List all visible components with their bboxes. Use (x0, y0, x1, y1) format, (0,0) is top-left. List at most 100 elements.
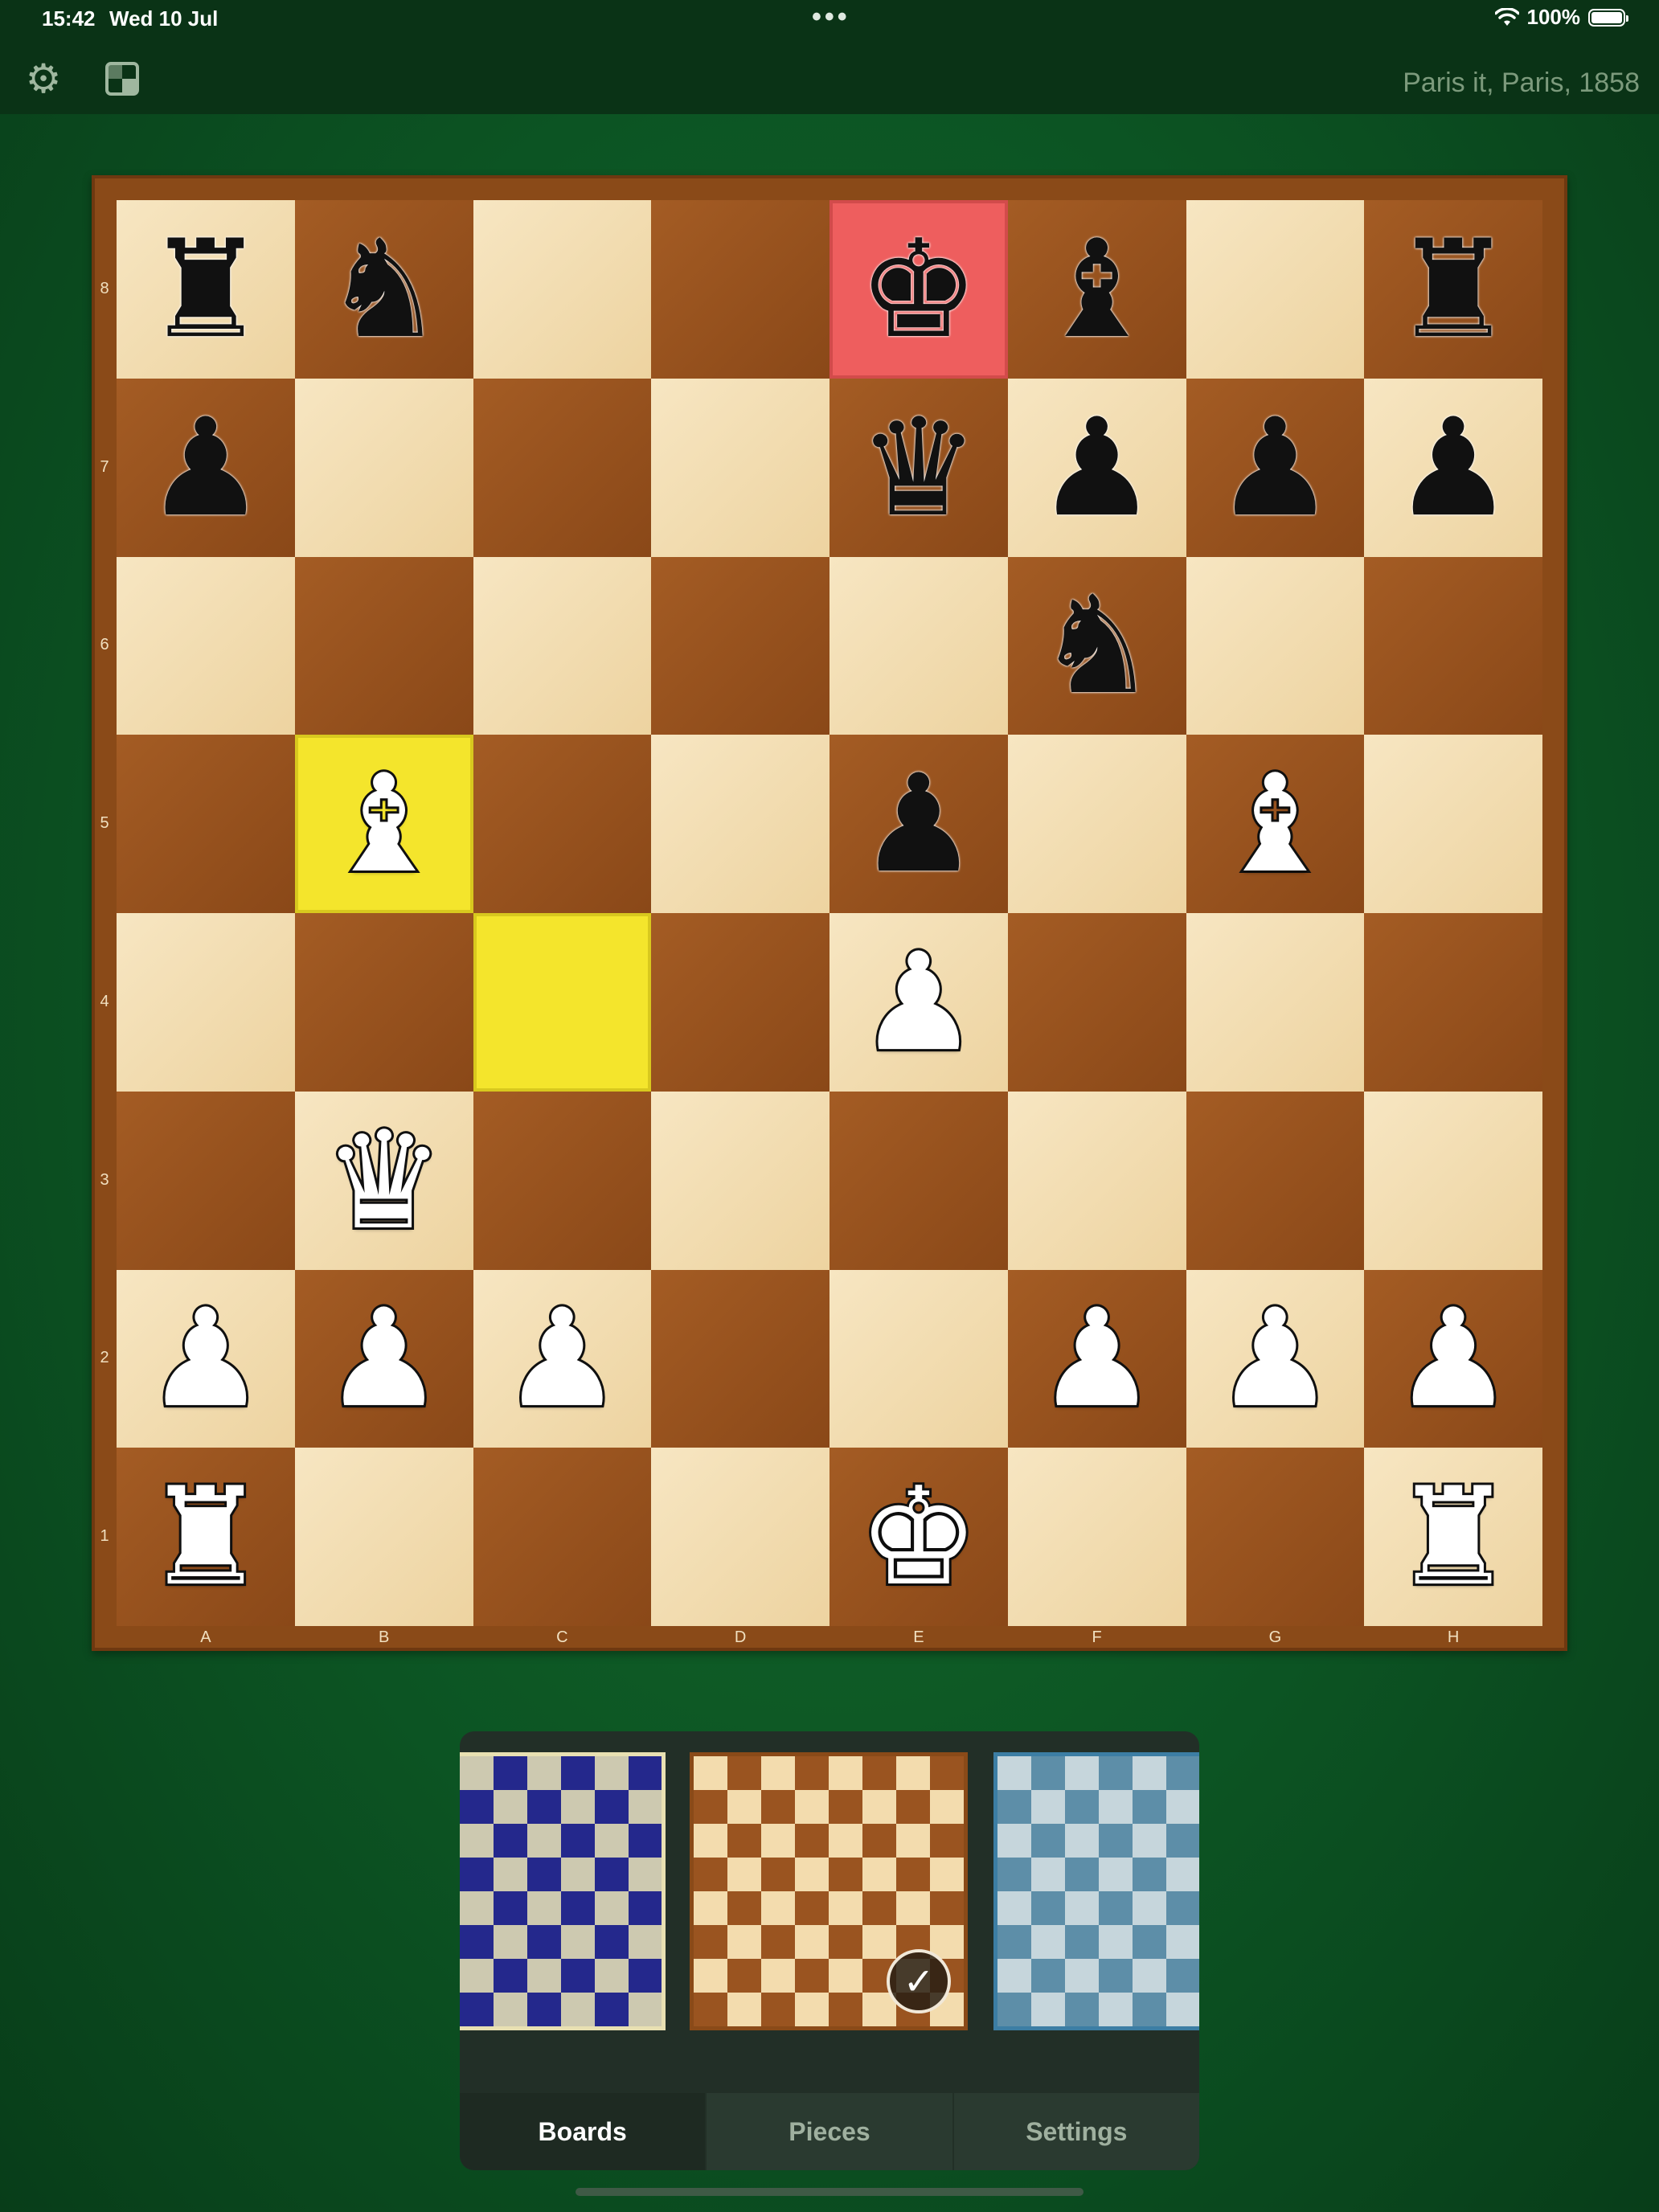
square-e3[interactable] (830, 1091, 1008, 1270)
piece-c2[interactable]: ♟ (473, 1270, 652, 1448)
square-h2[interactable]: ♟ (1364, 1269, 1542, 1448)
square-h5[interactable] (1364, 735, 1542, 913)
piece-a8[interactable]: ♜ (117, 200, 295, 379)
piece-e5[interactable]: ♟ (830, 735, 1008, 913)
square-f7[interactable]: ♟ (1007, 378, 1186, 557)
square-g3[interactable] (1186, 1091, 1365, 1270)
square-f3[interactable] (1007, 1091, 1186, 1270)
square-d5[interactable] (651, 735, 830, 913)
square-d3[interactable] (651, 1091, 830, 1270)
square-d8[interactable] (651, 200, 830, 379)
tab-pieces[interactable]: Pieces (705, 2093, 952, 2170)
piece-a7[interactable]: ♟ (117, 379, 295, 557)
board-theme-ice[interactable] (993, 1752, 1199, 2030)
piece-f6[interactable]: ♞ (1008, 557, 1186, 735)
board-layout-icon[interactable] (100, 56, 145, 101)
square-e4[interactable]: ♟ (830, 913, 1008, 1092)
square-b8[interactable]: ♞ (294, 200, 473, 379)
square-g4[interactable] (1186, 913, 1365, 1092)
piece-h2[interactable]: ♟ (1364, 1270, 1542, 1448)
square-b7[interactable] (294, 378, 473, 557)
square-d7[interactable] (651, 378, 830, 557)
square-f1[interactable] (1007, 1448, 1186, 1626)
square-h8[interactable]: ♜ (1364, 200, 1542, 379)
square-d6[interactable] (651, 556, 830, 735)
piece-h7[interactable]: ♟ (1364, 379, 1542, 557)
square-h3[interactable] (1364, 1091, 1542, 1270)
piece-f2[interactable]: ♟ (1008, 1270, 1186, 1448)
square-a6[interactable] (117, 556, 295, 735)
square-b6[interactable] (294, 556, 473, 735)
square-b5[interactable]: ♝ (294, 735, 473, 913)
piece-h8[interactable]: ♜ (1364, 200, 1542, 379)
square-e6[interactable] (830, 556, 1008, 735)
square-h6[interactable] (1364, 556, 1542, 735)
tab-settings[interactable]: Settings (952, 2093, 1199, 2170)
gear-icon[interactable]: ⚙ (21, 56, 66, 101)
square-e7[interactable]: ♛ (830, 378, 1008, 557)
square-a2[interactable]: ♟ (117, 1269, 295, 1448)
piece-f7[interactable]: ♟ (1008, 379, 1186, 557)
square-c4[interactable] (473, 913, 652, 1092)
square-b2[interactable]: ♟ (294, 1269, 473, 1448)
square-c1[interactable] (473, 1448, 652, 1626)
square-b4[interactable] (294, 913, 473, 1092)
square-g2[interactable]: ♟ (1186, 1269, 1365, 1448)
piece-e7[interactable]: ♛ (830, 379, 1008, 557)
square-d1[interactable] (651, 1448, 830, 1626)
square-c2[interactable]: ♟ (473, 1269, 652, 1448)
square-e8[interactable]: ♚ (830, 200, 1008, 379)
piece-a1[interactable]: ♜ (117, 1448, 295, 1626)
square-g8[interactable] (1186, 200, 1365, 379)
square-c7[interactable] (473, 378, 652, 557)
square-d4[interactable] (651, 913, 830, 1092)
tab-boards[interactable]: Boards (460, 2093, 706, 2170)
board-theme-blue[interactable] (460, 1752, 666, 2030)
piece-g5[interactable]: ♝ (1186, 735, 1365, 913)
square-g6[interactable] (1186, 556, 1365, 735)
square-f2[interactable]: ♟ (1007, 1269, 1186, 1448)
square-a7[interactable]: ♟ (117, 378, 295, 557)
square-c5[interactable] (473, 735, 652, 913)
piece-b5[interactable]: ♝ (295, 735, 473, 913)
square-g7[interactable]: ♟ (1186, 378, 1365, 557)
piece-b2[interactable]: ♟ (295, 1270, 473, 1448)
piece-g2[interactable]: ♟ (1186, 1270, 1365, 1448)
piece-e1[interactable]: ♚ (830, 1448, 1008, 1626)
square-c3[interactable] (473, 1091, 652, 1270)
chess-board[interactable]: ♜ ♞ ♚ ♝ ♜ ♟ ♛ ♟ ♟ ♟ ♞ ♝ ♟ ♝ ♟ ♛ ♟ ♟ ♟ ♟ ♟ ♟ ♜ ♚ ♜ (117, 200, 1542, 1626)
piece-e4[interactable]: ♟ (830, 913, 1008, 1092)
square-a5[interactable] (117, 735, 295, 913)
piece-g7[interactable]: ♟ (1186, 379, 1365, 557)
square-e1[interactable]: ♚ (830, 1448, 1008, 1626)
square-a3[interactable] (117, 1091, 295, 1270)
piece-h1[interactable]: ♜ (1364, 1448, 1542, 1626)
piece-a2[interactable]: ♟ (117, 1270, 295, 1448)
piece-f8[interactable]: ♝ (1008, 200, 1186, 379)
square-f8[interactable]: ♝ (1007, 200, 1186, 379)
square-c8[interactable] (473, 200, 652, 379)
square-a4[interactable] (117, 913, 295, 1092)
square-b1[interactable] (294, 1448, 473, 1626)
square-f6[interactable]: ♞ (1007, 556, 1186, 735)
home-indicator[interactable] (576, 2188, 1083, 2196)
square-g5[interactable]: ♝ (1186, 735, 1365, 913)
piece-b3[interactable]: ♛ (295, 1092, 473, 1270)
square-h1[interactable]: ♜ (1364, 1448, 1542, 1626)
square-a1[interactable]: ♜ (117, 1448, 295, 1626)
multitasking-dots[interactable]: ••• (812, 2, 850, 33)
square-e2[interactable] (830, 1269, 1008, 1448)
square-g1[interactable] (1186, 1448, 1365, 1626)
square-c6[interactable] (473, 556, 652, 735)
square-d2[interactable] (651, 1269, 830, 1448)
piece-e8[interactable]: ♚ (830, 200, 1008, 379)
square-e5[interactable]: ♟ (830, 735, 1008, 913)
board-theme-wood[interactable]: ✓ (690, 1752, 968, 2030)
square-h4[interactable] (1364, 913, 1542, 1092)
square-f4[interactable] (1007, 913, 1186, 1092)
piece-b8[interactable]: ♞ (295, 200, 473, 379)
square-h7[interactable]: ♟ (1364, 378, 1542, 557)
square-a8[interactable]: ♜ (117, 200, 295, 379)
square-b3[interactable]: ♛ (294, 1091, 473, 1270)
square-f5[interactable] (1007, 735, 1186, 913)
